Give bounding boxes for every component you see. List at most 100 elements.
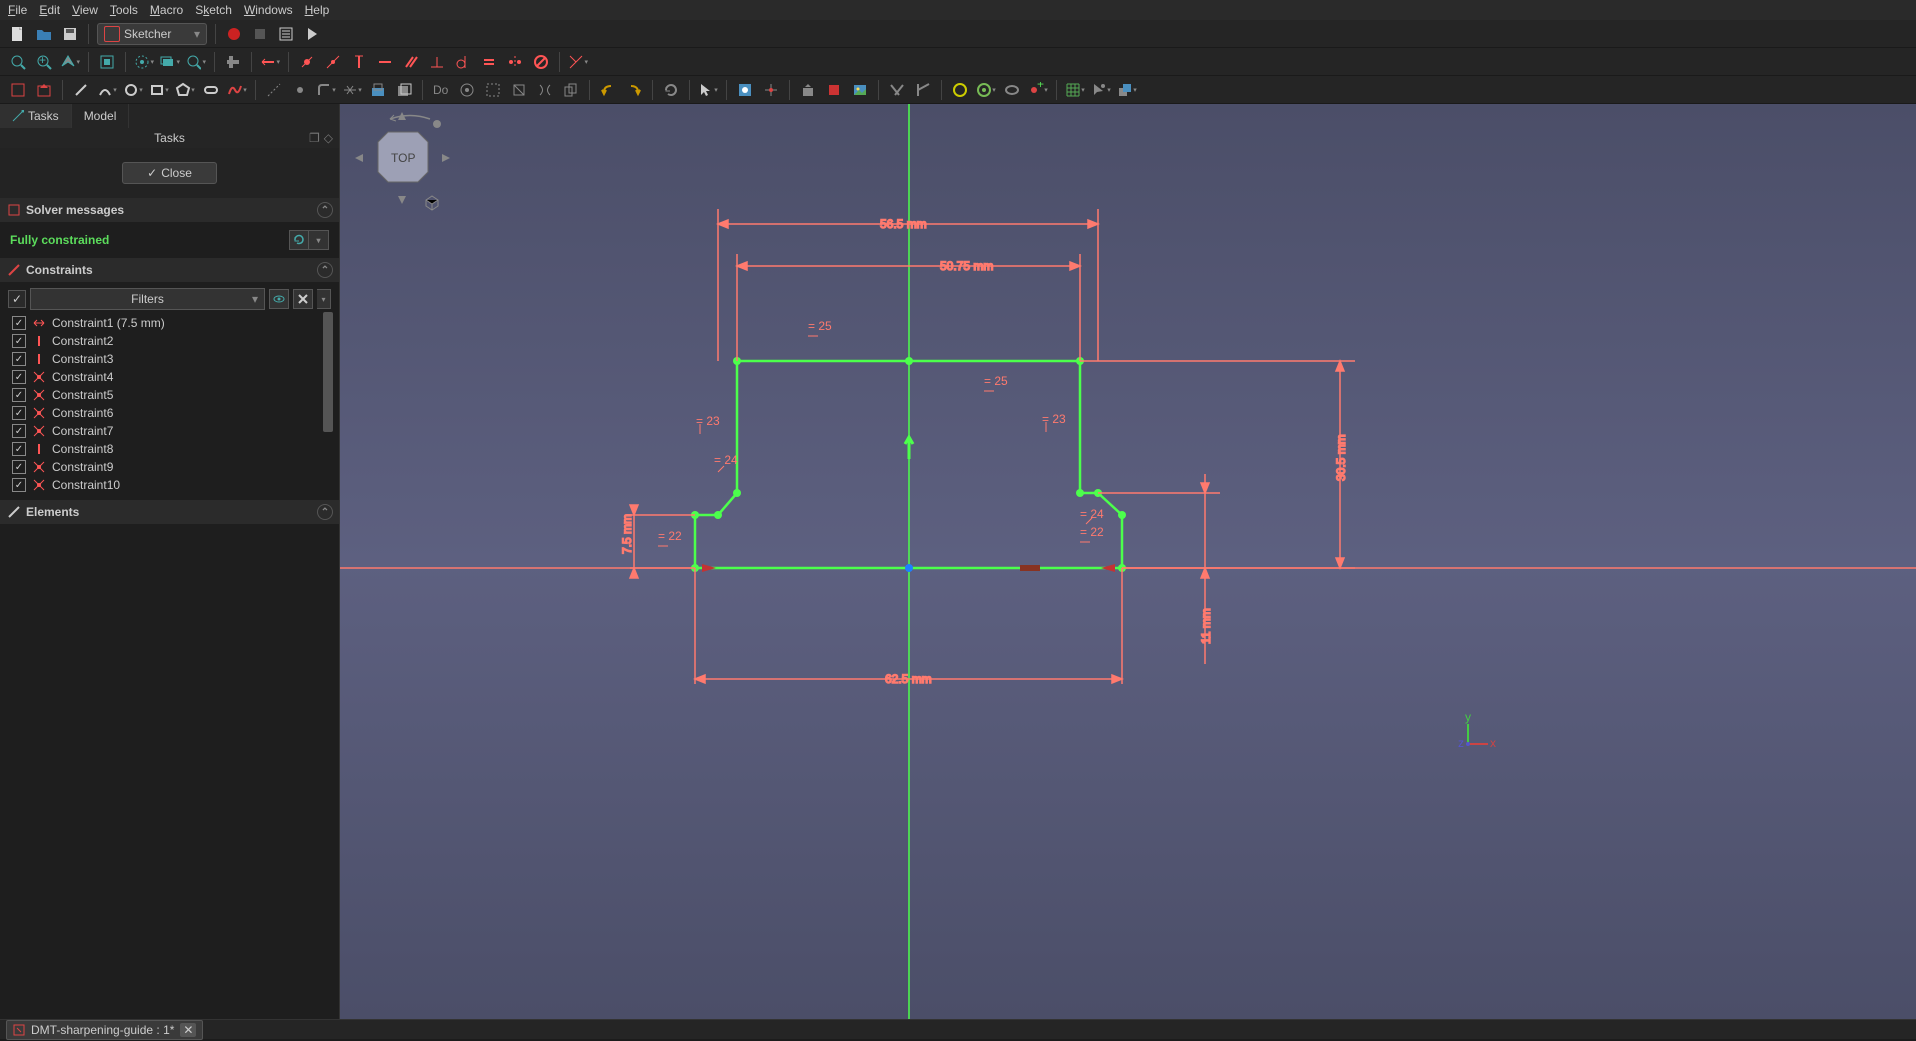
- constraint-horizontal-icon[interactable]: [375, 52, 395, 72]
- polygon-icon[interactable]: ▾: [175, 80, 195, 100]
- dimensions[interactable]: 56.5 mm 50.75 mm 62.5 mm 30.5 mm: [620, 209, 1355, 686]
- new-file-icon[interactable]: [8, 24, 28, 44]
- select-dof-icon[interactable]: DoF: [431, 80, 451, 100]
- sync-view-icon[interactable]: ▾: [160, 52, 180, 72]
- sketch-canvas[interactable]: 56.5 mm 50.75 mm 62.5 mm 30.5 mm: [340, 104, 1916, 1019]
- select-redundant-icon[interactable]: [509, 80, 529, 100]
- workbench-selector[interactable]: Sketcher: [97, 23, 207, 45]
- constraint-point-on-icon[interactable]: [323, 52, 343, 72]
- construction-line-icon[interactable]: [264, 80, 284, 100]
- close-panel-icon[interactable]: ◇: [324, 131, 333, 145]
- edit-sketch-icon[interactable]: [8, 80, 28, 100]
- macro-stop-icon[interactable]: [250, 24, 270, 44]
- filters-select[interactable]: Filters: [30, 288, 265, 310]
- constraint-block-icon[interactable]: [531, 52, 551, 72]
- point-icon[interactable]: [290, 80, 310, 100]
- constraint-checkbox[interactable]: ✓: [12, 388, 26, 402]
- constraint-symmetric-icon[interactable]: [505, 52, 525, 72]
- collapse-icon[interactable]: ⌃: [317, 202, 333, 218]
- constraint-checkbox[interactable]: ✓: [12, 370, 26, 384]
- fit-all-icon[interactable]: [8, 52, 28, 72]
- external-geom-icon[interactable]: [368, 80, 388, 100]
- fit-selection-icon[interactable]: +: [34, 52, 54, 72]
- scrollbar-thumb[interactable]: [323, 312, 333, 432]
- solver-refresh-button[interactable]: [289, 230, 309, 250]
- macro-record-icon[interactable]: [224, 24, 244, 44]
- tab-tasks[interactable]: Tasks: [0, 104, 72, 128]
- constraint-checkbox[interactable]: ✓: [12, 316, 26, 330]
- zoom-in-icon[interactable]: ▾: [186, 52, 206, 72]
- undo-icon[interactable]: [598, 80, 618, 100]
- collapse-icon[interactable]: ⌃: [317, 504, 333, 520]
- select-associated-icon[interactable]: [457, 80, 477, 100]
- navcube-home-icon[interactable]: [433, 120, 441, 128]
- constraint-equal-icon[interactable]: [479, 52, 499, 72]
- settings-dropdown[interactable]: ▾: [317, 289, 331, 309]
- constraint-perpendicular-icon[interactable]: [427, 52, 447, 72]
- constraint-row[interactable]: ✓Constraint3: [8, 350, 331, 368]
- constraint-row[interactable]: ✓Constraint8: [8, 440, 331, 458]
- arc-icon[interactable]: ▾: [97, 80, 117, 100]
- document-tab[interactable]: DMT-sharpening-guide : 1* ✕: [6, 1020, 203, 1040]
- menu-edit[interactable]: Edit: [39, 3, 60, 17]
- view-section-icon[interactable]: [735, 80, 755, 100]
- select-conflicting-icon[interactable]: [483, 80, 503, 100]
- menu-macro[interactable]: Macro: [150, 3, 183, 17]
- constraint-checkbox[interactable]: ✓: [12, 334, 26, 348]
- constraint-vertical-icon[interactable]: [349, 52, 369, 72]
- filter-show-all-checkbox[interactable]: ✓: [8, 290, 26, 308]
- constraint-parallel-icon[interactable]: [401, 52, 421, 72]
- constraint-row[interactable]: ✓Constraint2: [8, 332, 331, 350]
- draw-style-icon[interactable]: ▾: [60, 52, 80, 72]
- dim-inner-width[interactable]: 50.75 mm: [940, 259, 993, 273]
- settings-icon[interactable]: [293, 289, 313, 309]
- leave-sketch-icon[interactable]: [34, 80, 54, 100]
- cursor-icon[interactable]: ▾: [698, 80, 718, 100]
- elements-panel-header[interactable]: Elements ⌃: [0, 500, 339, 524]
- bspline-icon[interactable]: ▾: [227, 80, 247, 100]
- constraint-row[interactable]: ✓Constraint5: [8, 386, 331, 404]
- constraint-checkbox[interactable]: ✓: [12, 352, 26, 366]
- trim-icon[interactable]: ▾: [342, 80, 362, 100]
- show-hide-icon[interactable]: [269, 289, 289, 309]
- tab-model[interactable]: Model: [72, 104, 130, 128]
- dim-bottom-width[interactable]: 62.5 mm: [885, 672, 932, 686]
- constr-driving-icon[interactable]: [913, 80, 933, 100]
- navcube-down-arrow[interactable]: [398, 196, 406, 204]
- constraint-row[interactable]: ✓Constraint6: [8, 404, 331, 422]
- nav-cube[interactable]: TOP: [355, 112, 450, 210]
- dim-top-width[interactable]: 56.5 mm: [880, 217, 927, 231]
- line-icon[interactable]: [71, 80, 91, 100]
- constraint-row[interactable]: ✓Constraint7: [8, 422, 331, 440]
- macro-play-icon[interactable]: [302, 24, 322, 44]
- increase-degree-icon[interactable]: +▾: [1028, 80, 1048, 100]
- constraint-checkbox[interactable]: ✓: [12, 478, 26, 492]
- menu-help[interactable]: Help: [305, 3, 330, 17]
- render-image-icon[interactable]: [850, 80, 870, 100]
- show-internal-icon[interactable]: ▾: [976, 80, 996, 100]
- constraint-snell-icon[interactable]: ▾: [568, 52, 588, 72]
- redo-icon[interactable]: [624, 80, 644, 100]
- constraint-row[interactable]: ✓Constraint9: [8, 458, 331, 476]
- constraint-checkbox[interactable]: ✓: [12, 442, 26, 456]
- dim-right-lower[interactable]: 11 mm: [1199, 608, 1213, 644]
- restore-window-icon[interactable]: ❐: [309, 131, 320, 145]
- symmetry-tool-icon[interactable]: [535, 80, 555, 100]
- export-icon[interactable]: [798, 80, 818, 100]
- toggle-grid-icon[interactable]: ▾: [1065, 80, 1085, 100]
- dim-left-step[interactable]: 7.5 mm: [620, 514, 634, 554]
- stop-operation-icon[interactable]: [824, 80, 844, 100]
- rendering-order-icon[interactable]: ▾: [1117, 80, 1137, 100]
- measure-distance-icon[interactable]: ▾: [134, 52, 154, 72]
- save-file-icon[interactable]: [60, 24, 80, 44]
- convert-nurbs-icon[interactable]: [1002, 80, 1022, 100]
- navcube-perspective-icon[interactable]: [426, 196, 438, 210]
- solver-auto-dropdown[interactable]: ▾: [309, 230, 329, 250]
- clone-icon[interactable]: [561, 80, 581, 100]
- slot-icon[interactable]: [201, 80, 221, 100]
- open-file-icon[interactable]: [34, 24, 54, 44]
- constraints-list[interactable]: ✓Constraint1 (7.5 mm)✓Constraint2✓Constr…: [4, 312, 335, 496]
- navcube-left-arrow[interactable]: [355, 154, 363, 162]
- constraint-dimension-icon[interactable]: ▾: [260, 52, 280, 72]
- refresh-icon[interactable]: [661, 80, 681, 100]
